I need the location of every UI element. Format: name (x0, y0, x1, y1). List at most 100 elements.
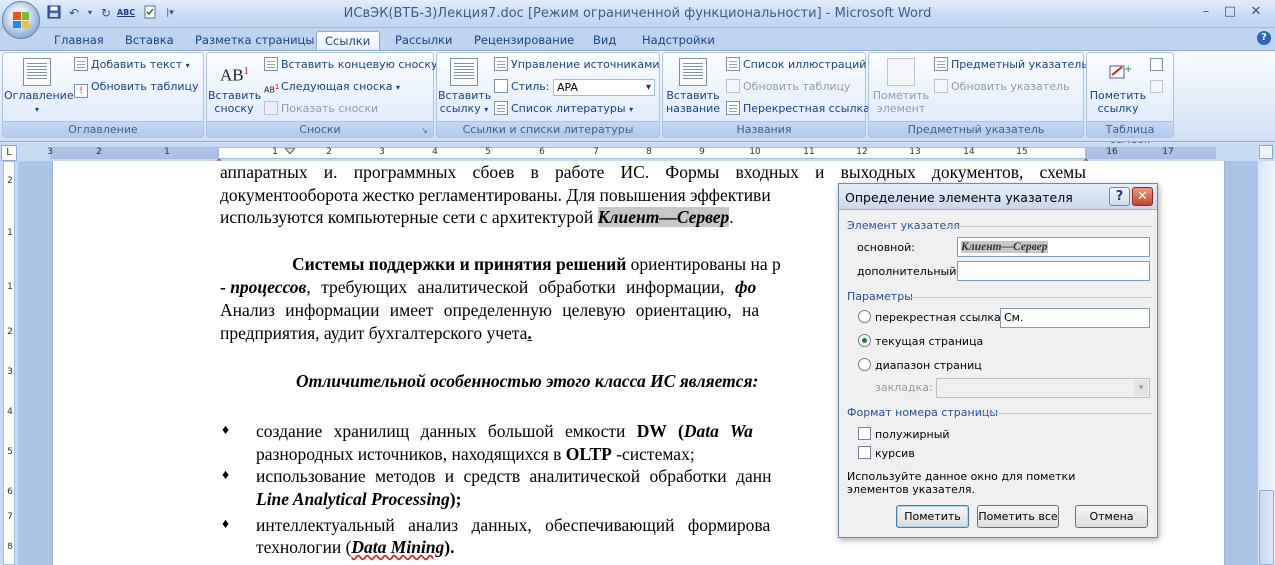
first-line-indent-marker-icon[interactable] (283, 144, 297, 155)
section-index-entry: Элемент указателя (847, 219, 960, 232)
bold-checkbox[interactable] (858, 427, 871, 440)
ruler-number: 3 (47, 147, 53, 157)
bookmark-label: закладка: (875, 381, 933, 394)
mark-all-button[interactable]: Пометить все (977, 505, 1059, 528)
vertical-ruler[interactable]: 2 1 1 2 3 4 5 6 7 8 (3, 161, 15, 565)
add-text-label: Добавить текст (91, 58, 183, 71)
dialog-title: Определение элемента указателя (845, 190, 1073, 205)
toc-button[interactable]: Оглавление ▾ (4, 58, 74, 116)
doc-text: разнородных источников, находящихся в (256, 444, 566, 464)
mark-entry-label-2: элемент (876, 102, 926, 115)
doc-text: . (527, 323, 532, 343)
ruler-number: 15 (1016, 147, 1028, 157)
cancel-button[interactable]: Отмена (1075, 505, 1148, 528)
style-selector[interactable]: Стиль: APA (494, 78, 655, 96)
table-of-figures-button[interactable]: Список иллюстраций (726, 56, 866, 74)
page-range-radio[interactable] (858, 358, 871, 371)
next-footnote-button[interactable]: AB1 Следующая сноска ▾ (264, 78, 400, 96)
tab-selector-button[interactable]: L (1, 145, 17, 161)
table-of-figures-icon (726, 57, 740, 71)
vruler-number: 8 (7, 542, 13, 552)
update-index-button[interactable]: Обновить указатель (934, 78, 1070, 96)
insert-toa-icon[interactable] (1150, 58, 1164, 72)
doc-text: технологии ( (256, 537, 352, 557)
doc-text: предприятия, аудит бухгалтерского учета (220, 323, 528, 343)
italic-checkbox[interactable] (858, 446, 871, 459)
style-combo[interactable]: APA (552, 78, 655, 96)
maximize-button[interactable]: □ (1218, 3, 1242, 21)
update-figures-table-button[interactable]: Обновить таблицу (726, 78, 851, 96)
tab-insert[interactable]: Вставка (117, 31, 182, 50)
insert-endnote-button[interactable]: Вставить концевую сноску (264, 56, 438, 74)
show-notes-label: Показать сноски (281, 102, 379, 115)
insert-index-button[interactable]: Предметный указатель (934, 56, 1088, 74)
show-notes-button[interactable]: Показать сноски (264, 100, 378, 118)
footnotes-dialog-launcher-icon[interactable]: ↘ (421, 126, 430, 135)
section-divider (911, 297, 1151, 298)
cross-reference-button[interactable]: Перекрестная ссылка (726, 100, 870, 118)
tab-review[interactable]: Рецензирование (466, 31, 582, 50)
update-figures-icon (726, 79, 740, 93)
ruler-number: 6 (539, 147, 545, 157)
selected-text: Клиент—Сервер (597, 207, 730, 227)
doc-line: создание хранилищ данных большой емкости… (256, 420, 753, 442)
ruler-number: 2 (96, 147, 102, 157)
office-button[interactable] (2, 1, 40, 39)
bookmark-dropdown[interactable]: ▾ (936, 378, 1150, 398)
add-text-button[interactable]: Добавить текст ▾ (74, 56, 190, 74)
italic-label: курсив (875, 447, 915, 460)
current-page-radio[interactable] (858, 334, 871, 347)
doc-line: технологии (Data Mining). (256, 536, 455, 558)
scrollbar-thumb[interactable] (1259, 490, 1274, 565)
doc-bold-text: OLTP (565, 444, 612, 464)
tab-view[interactable]: Вид (585, 31, 624, 50)
bibliography-button[interactable]: Список литературы ▾ (494, 100, 633, 118)
section-options: Параметры (847, 290, 913, 303)
manage-sources-button[interactable]: Управление источниками (494, 56, 660, 74)
group-toc-label: Оглавление (3, 121, 203, 137)
tab-page-layout[interactable]: Разметка страницы (187, 31, 322, 50)
view-ruler-icon[interactable] (1259, 145, 1273, 159)
ruler-number: 17 (1162, 147, 1174, 157)
cross-reference-radio[interactable] (858, 310, 871, 323)
dialog-title-bar[interactable]: Определение элемента указателя ? ✕ (839, 184, 1157, 210)
update-toc-button[interactable]: ! Обновить таблицу (74, 78, 199, 98)
main-entry-input[interactable]: Клиент—Сервер (957, 237, 1150, 257)
ruler-numbers: 3 2 1 1 2 3 4 5 6 7 8 9 10 11 12 13 14 1… (47, 147, 1216, 159)
tab-references[interactable]: Ссылки (316, 31, 380, 50)
cross-reference-input[interactable]: См. (1000, 308, 1150, 328)
insert-citation-button[interactable]: Вставить ссылку ▾ (438, 58, 491, 116)
help-icon[interactable]: ? (1257, 31, 1271, 45)
insert-citation-icon (450, 58, 478, 86)
ruler-number: 7 (593, 147, 599, 157)
doc-line: интеллектуальный анализ данных, обеспечи… (256, 515, 771, 535)
doc-line: документооборота жестко регламентированы… (220, 185, 771, 205)
group-footnotes-label: Сноски (207, 121, 433, 137)
dialog-help-button[interactable]: ? (1109, 187, 1130, 206)
current-page-label: текущая страница (875, 335, 984, 348)
close-button[interactable]: ✕ (1244, 3, 1268, 21)
insert-footnote-button[interactable]: AB1 Вставить сноску (208, 58, 261, 115)
svg-text:+: + (1124, 64, 1132, 75)
mark-entry-button[interactable]: Пометить элемент (870, 58, 932, 115)
tab-home[interactable]: Главная (46, 31, 112, 50)
mark-button[interactable]: Пометить (896, 505, 969, 528)
tab-addins[interactable]: Надстройки (634, 31, 723, 50)
vruler-number: 2 (7, 176, 13, 186)
subentry-input[interactable] (957, 261, 1150, 281)
ruler-number: 13 (909, 147, 921, 157)
insert-caption-label-2: название (665, 102, 721, 115)
insert-footnote-icon: AB1 (220, 65, 249, 85)
doc-line: Системы поддержки и принятия решений ори… (292, 253, 781, 275)
doc-heading: Отличительной особенностью этого класса … (296, 371, 759, 391)
toc-button-label: Оглавление (4, 89, 74, 102)
group-citations-label: Ссылки и списки литературы (437, 121, 659, 137)
mark-citation-label-2: ссылку (1097, 102, 1139, 115)
minimize-button[interactable]: – (1194, 3, 1218, 21)
mark-citation-button[interactable]: + Пометить ссылку (1088, 58, 1148, 115)
vruler-number: 3 (7, 367, 13, 377)
insert-caption-button[interactable]: Вставить название (664, 58, 722, 115)
update-toa-icon[interactable] (1150, 80, 1164, 94)
tab-mailings[interactable]: Рассылки (387, 31, 460, 50)
dialog-close-button[interactable]: ✕ (1132, 187, 1153, 206)
